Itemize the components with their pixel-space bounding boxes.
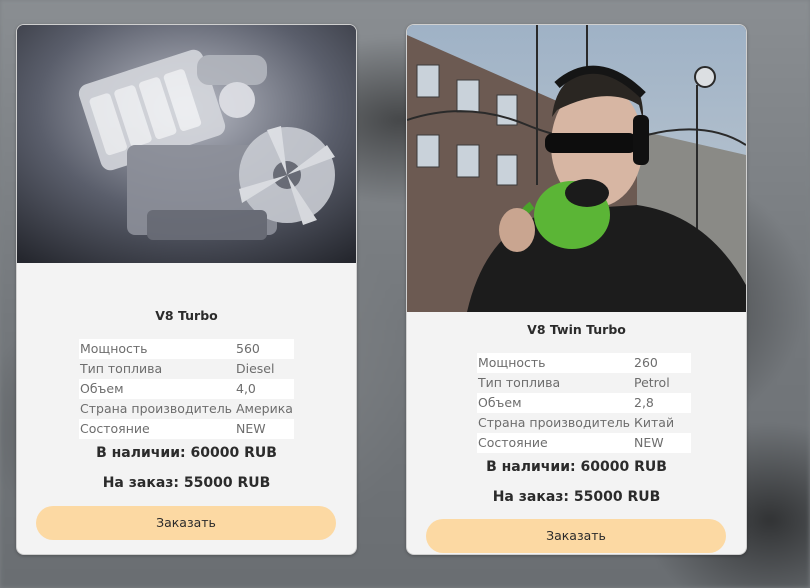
spec-row: Мощность 260 xyxy=(477,353,691,373)
spec-row: Тип топлива Petrol xyxy=(477,373,691,393)
spec-label: Объем xyxy=(80,381,124,396)
product-card-v8-turbo: V8 Turbo Мощность 560 Тип топлива Diesel О… xyxy=(16,24,357,555)
specs-table: Мощность 260 Тип топлива Petrol Объем 2,8 С… xyxy=(477,353,691,453)
order-price: На заказ: 55000 RUB xyxy=(492,489,661,505)
in-stock-price: В наличии: 60000 RUB xyxy=(486,459,667,475)
spec-value: Petrol xyxy=(634,375,670,390)
spec-value: Америка xyxy=(236,401,293,416)
product-card-v8-twin-turbo: V8 Twin Turbo Мощность 260 Тип топлива Pet… xyxy=(406,24,747,555)
spec-row: Мощность 560 xyxy=(79,339,294,359)
spec-label: Состояние xyxy=(80,421,150,436)
spec-value: 260 xyxy=(634,355,658,370)
spec-value: NEW xyxy=(634,435,664,450)
order-button[interactable]: Заказать xyxy=(36,506,336,540)
spec-row: Страна производитель Китай xyxy=(477,413,691,433)
spec-label: Мощность xyxy=(478,355,546,370)
product-title: V8 Twin Turbo xyxy=(527,322,626,337)
spec-row: Объем 4,0 xyxy=(79,379,294,399)
engine-photo xyxy=(17,25,356,263)
in-stock-price: В наличии: 60000 RUB xyxy=(96,445,277,461)
spec-row: Состояние NEW xyxy=(477,433,691,453)
specs-table: Мощность 560 Тип топлива Diesel Объем 4,0 С… xyxy=(79,339,294,439)
person-with-mug-photo xyxy=(407,25,746,312)
order-button[interactable]: Заказать xyxy=(426,519,726,553)
spec-label: Состояние xyxy=(478,435,548,450)
order-price: На заказ: 55000 RUB xyxy=(102,475,271,491)
spec-label: Тип топлива xyxy=(80,361,163,376)
spec-label: Страна производитель xyxy=(80,401,233,416)
spec-row: Состояние NEW xyxy=(79,419,294,439)
spec-row: Объем 2,8 xyxy=(477,393,691,413)
spec-row: Тип топлива Diesel xyxy=(79,359,294,379)
spec-value: Китай xyxy=(634,415,675,430)
spec-value: 2,8 xyxy=(634,395,654,410)
spec-label: Страна производитель xyxy=(478,415,631,430)
spec-label: Мощность xyxy=(80,341,148,356)
spec-value: 4,0 xyxy=(236,381,256,396)
spec-value: Diesel xyxy=(236,361,275,376)
spec-row: Страна производитель Америка xyxy=(79,399,294,419)
spec-label: Тип топлива xyxy=(478,375,561,390)
spec-label: Объем xyxy=(478,395,522,410)
product-title: V8 Turbo xyxy=(155,308,218,323)
spec-value: NEW xyxy=(236,421,266,436)
spec-value: 560 xyxy=(236,341,260,356)
